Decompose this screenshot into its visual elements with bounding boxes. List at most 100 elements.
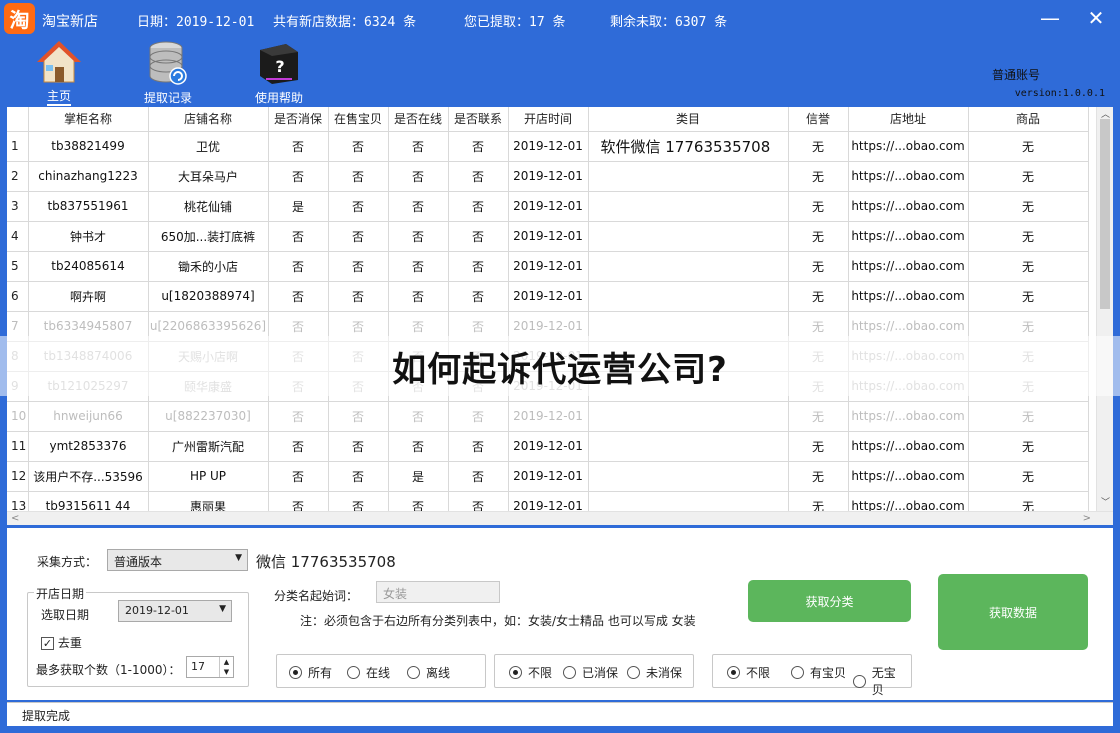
max-count-stepper[interactable]: 17 ▲ ▼: [186, 656, 234, 678]
dedupe-option[interactable]: ✓ 去重: [41, 634, 82, 651]
radio-icon[interactable]: [853, 674, 866, 688]
items-option[interactable]: 无宝贝: [853, 664, 907, 698]
table-row[interactable]: 11 ymt2853376 广州雷斯汽配否否否否 2019-12-01 无 https:/…: [7, 431, 1089, 462]
table-row[interactable]: 4 钟书才 650加...装打底裤否否否否 2019-12-01 无 https://..…: [7, 221, 1089, 252]
table-cell: 软件微信 17763535708: [588, 131, 789, 162]
max-count-label: 最多获取个数（1-1000）：: [36, 663, 181, 677]
table-cell: tb6334945807: [28, 311, 149, 342]
column-header[interactable]: 店地址: [848, 107, 969, 132]
minimize-button[interactable]: —: [1034, 4, 1066, 32]
table-cell: HP UP: [148, 461, 269, 492]
column-header[interactable]: 是否在线: [388, 107, 449, 132]
radio-icon[interactable]: [347, 666, 360, 679]
stepper-arrows-icon[interactable]: ▲ ▼: [219, 657, 233, 677]
table-row[interactable]: 9 tb121025297 颐华康盛否否否否 2019-12-01 无 https://.…: [7, 371, 1089, 402]
column-header[interactable]: 开店时间: [508, 107, 589, 132]
table-cell: 否: [328, 281, 389, 312]
items-option[interactable]: 有宝贝: [791, 664, 846, 681]
radio-icon[interactable]: [563, 666, 576, 679]
scroll-left-icon[interactable]: <: [11, 513, 19, 524]
online-option[interactable]: 所有: [289, 664, 332, 681]
column-header[interactable]: 信誉: [788, 107, 849, 132]
table-cell: 无: [788, 311, 849, 342]
column-header[interactable]: 掌柜名称: [28, 107, 149, 132]
radio-icon[interactable]: [289, 666, 302, 679]
table-row[interactable]: 7 tb6334945807 u[2206863395626] 否否否否 2019-12…: [7, 311, 1089, 342]
table-cell: 否: [388, 371, 449, 402]
table-row[interactable]: 1 tb38821499 卫优否否否否 2019-12-01 软件微信 17763535…: [7, 131, 1089, 162]
table-row[interactable]: 3 tb837551961 桃花仙铺是否否否 2019-12-01 无 https://.…: [7, 191, 1089, 222]
dedupe-checkbox[interactable]: ✓: [41, 637, 54, 650]
column-header[interactable]: 类目: [588, 107, 789, 132]
table-cell: 否: [388, 341, 449, 372]
radio-icon[interactable]: [627, 666, 640, 679]
table-cell: 无: [968, 251, 1089, 282]
column-header[interactable]: 是否消保: [268, 107, 329, 132]
radio-icon[interactable]: [727, 666, 740, 679]
select-date-label: 选取日期: [41, 608, 90, 622]
total-stat: 共有新店数据：6324 条: [273, 15, 417, 30]
table-row[interactable]: 12 该用户不存...53596 HP UP 否否是否 2019-12-01 无 https…: [7, 461, 1089, 492]
column-header[interactable]: 是否联系: [448, 107, 509, 132]
column-header[interactable]: 店铺名称: [148, 107, 269, 132]
table-cell: 否: [268, 311, 329, 342]
horizontal-scrollbar[interactable]: < >: [7, 511, 1113, 525]
online-option[interactable]: 离线: [407, 664, 450, 681]
toolbar-records[interactable]: 提取记录: [143, 38, 193, 106]
table-cell: 无: [788, 191, 849, 222]
table-cell: 无: [968, 281, 1089, 312]
radio-icon[interactable]: [509, 666, 522, 679]
toolbar-home[interactable]: 主页: [34, 38, 84, 106]
table-cell: 是: [388, 461, 449, 492]
remaining-stat: 剩余未取：6307 条: [610, 15, 728, 30]
row-number: 5: [7, 251, 29, 282]
toolbar: 主页 提取记录 ? 使用帮助 普通账号 version:1.0.0.1: [0, 38, 1120, 106]
table-row[interactable]: 5 tb24085614 锄禾的小店否否否否 2019-12-01 无 https://.…: [7, 251, 1089, 282]
column-header[interactable]: [7, 107, 29, 132]
row-number: 4: [7, 221, 29, 252]
get-data-button[interactable]: 获取数据: [938, 574, 1088, 650]
collect-mode-value: 普通版本: [114, 555, 163, 569]
table-cell: 否: [448, 341, 509, 372]
table-row[interactable]: 6 啊卉啊 u[1820388974] 否否否否 2019-12-01 无 https://…: [7, 281, 1089, 312]
table-cell: 2019-12-01: [508, 221, 589, 252]
table-cell: 否: [388, 311, 449, 342]
scroll-right-icon[interactable]: >: [1083, 513, 1091, 524]
status-bar: 提取完成: [7, 702, 1113, 726]
vertical-scrollbar[interactable]: ︿ ﹀: [1096, 107, 1113, 511]
radio-icon[interactable]: [791, 666, 804, 679]
table-cell: 否: [268, 431, 329, 462]
table-cell: 否: [448, 401, 509, 432]
table-cell: 否: [328, 191, 389, 222]
get-category-button[interactable]: 获取分类: [748, 580, 911, 622]
table-cell: 2019-12-01: [508, 401, 589, 432]
radio-icon[interactable]: [407, 666, 420, 679]
radio-label: 离线: [426, 666, 451, 680]
radio-label: 不限: [528, 666, 553, 680]
column-header[interactable]: 在售宝贝: [328, 107, 389, 132]
guarantee-option[interactable]: 不限: [509, 664, 552, 681]
toolbar-help[interactable]: ? 使用帮助: [254, 38, 304, 106]
table-row[interactable]: 2 chinazhang1223 大耳朵马户否否否否 2019-12-01 无 https…: [7, 161, 1089, 192]
table-cell: 否: [388, 131, 449, 162]
scroll-down-icon[interactable]: ﹀: [1097, 495, 1113, 508]
date-select[interactable]: 2019-12-01 ▼: [118, 600, 232, 622]
category-input[interactable]: 女装: [376, 581, 500, 603]
shop-data-grid[interactable]: 掌柜名称 店铺名称 是否消保 在售宝贝 是否在线 是否联系 开店时间 类目 信誉 店地址 商品 1t…: [7, 107, 1113, 525]
table-row[interactable]: 8 tb1348874006 天赐小店啊否否否否 2019-12-01 无 https:/…: [7, 341, 1089, 372]
table-cell: [588, 221, 789, 252]
close-button[interactable]: ✕: [1080, 4, 1112, 32]
items-option[interactable]: 不限: [727, 664, 770, 681]
collect-mode-select[interactable]: 普通版本 ▼: [107, 549, 248, 571]
table-cell: https://...obao.com: [848, 281, 969, 312]
guarantee-option[interactable]: 未消保: [627, 664, 682, 681]
table-cell: 否: [328, 371, 389, 402]
online-option[interactable]: 在线: [347, 664, 390, 681]
table-cell: https://...obao.com: [848, 311, 969, 342]
table-row[interactable]: 10 hnweijun66 u[882237030] 否否否否 2019-12-01 无 h…: [7, 401, 1089, 432]
category-note: 注：必须包含于右边所有分类列表中，如：女装/女士精品 也可以写成 女装: [300, 614, 696, 628]
table-cell: 啊卉啊: [28, 281, 149, 312]
column-header[interactable]: 商品: [968, 107, 1089, 132]
scroll-thumb[interactable]: [1100, 119, 1110, 309]
guarantee-option[interactable]: 已消保: [563, 664, 618, 681]
